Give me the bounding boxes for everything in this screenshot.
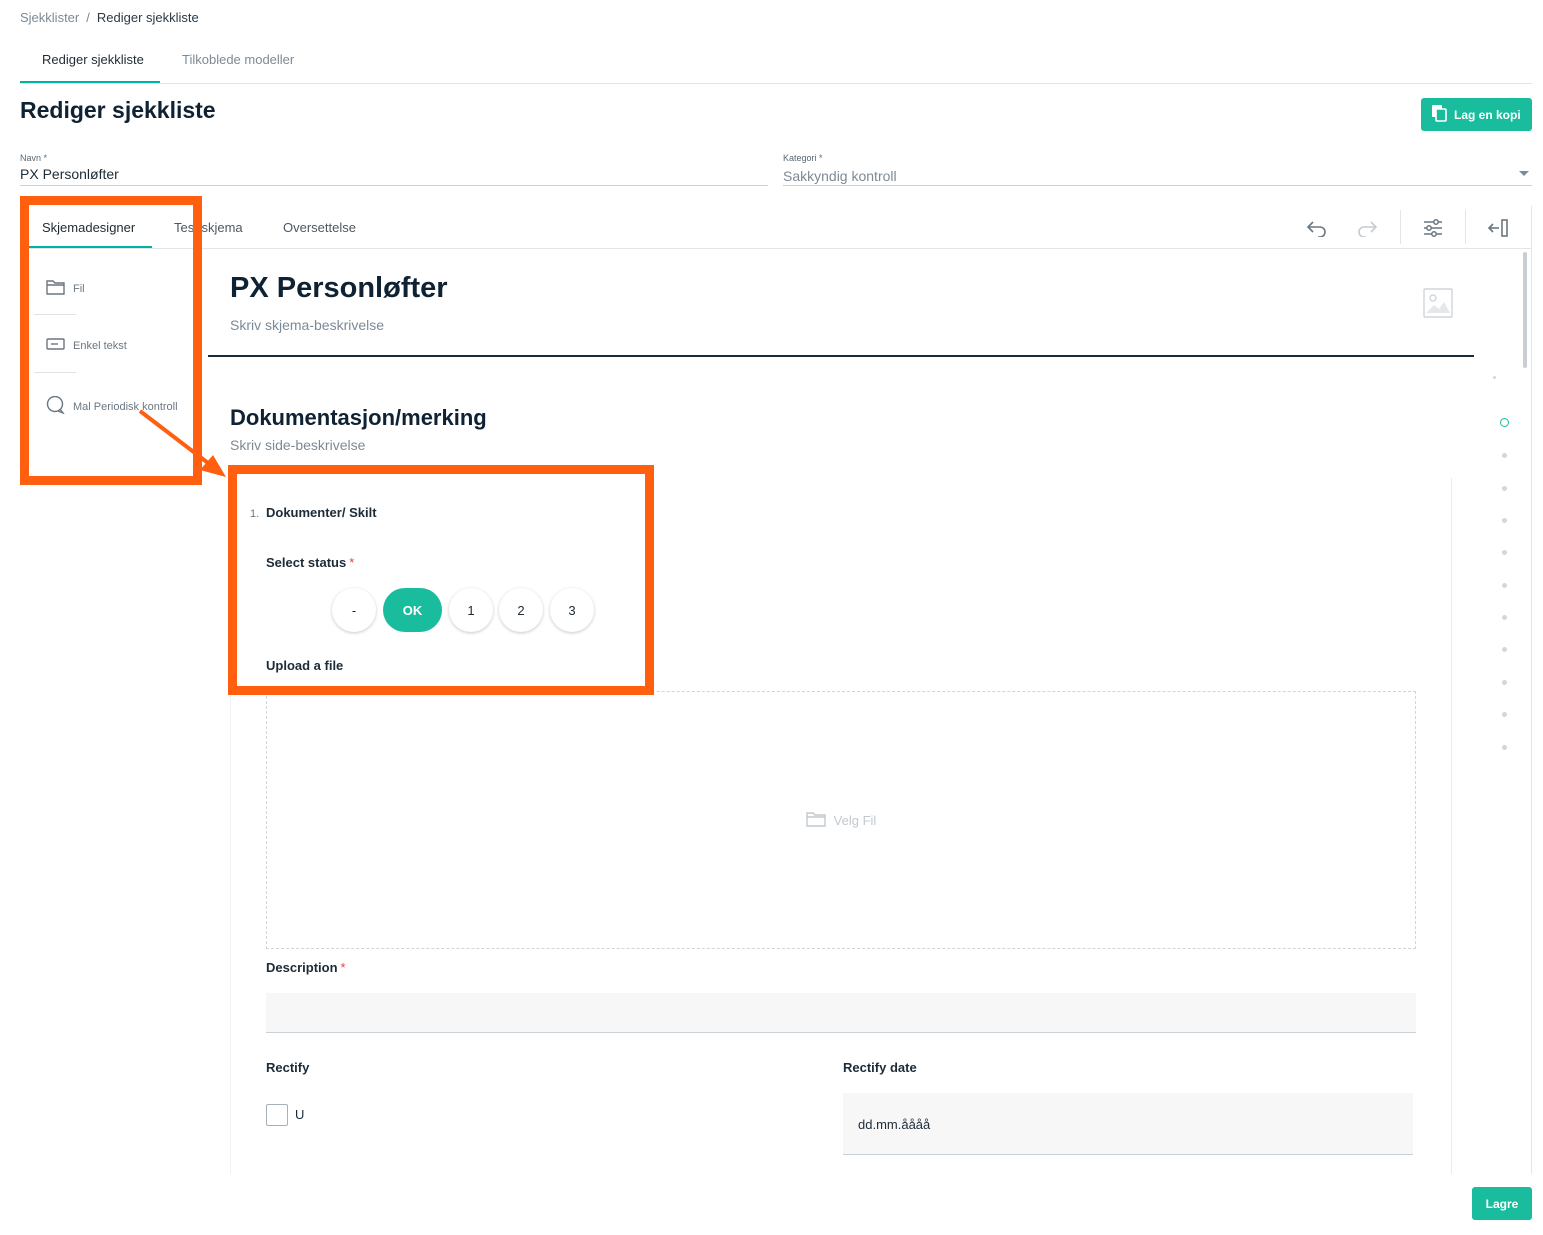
page-nav-dot[interactable] [1502,647,1507,652]
toolbox-item-label: Enkel tekst [73,339,127,352]
toolbox-item-mal-periodisk-kontroll[interactable]: Mal Periodisk kontroll [46,395,178,417]
toolbox-divider [34,314,76,315]
name-input[interactable]: PX Personløfter [20,166,119,182]
toolbox-item-fil[interactable]: Fil [46,279,85,298]
tab-tilkoblede-modeller[interactable]: Tilkoblede modeller [182,52,294,67]
toolbar-divider [1465,210,1466,244]
folder-icon [805,811,826,830]
toolbox-item-enkel-tekst[interactable]: Enkel tekst [46,337,127,354]
rectify-date-input[interactable]: dd.mm.åååå [843,1093,1413,1155]
page-nav-dot[interactable] [1502,518,1507,523]
save-button[interactable]: Lagre [1472,1187,1532,1220]
category-select[interactable]: Sakkyndig kontroll [783,168,897,184]
scrollbar[interactable] [1523,252,1527,368]
file-dropzone[interactable]: Velg Fil [266,691,1416,949]
page-nav-dot[interactable] [1502,583,1507,588]
status-option-ok[interactable]: OK [383,588,442,632]
image-icon[interactable] [1423,288,1453,323]
upload-label: Upload a file [266,658,344,673]
tab-skjemadesigner[interactable]: Skjemadesigner [42,220,135,235]
name-input-underline [20,185,768,186]
breadcrumb-separator: / [86,10,90,25]
page-nav-dot[interactable] [1502,453,1507,458]
name-label: Navn * [20,153,48,163]
copy-button-label: Lag en kopi [1454,107,1521,122]
designer-tab-bar: Skjemadesigner Test skjema Oversettelse [20,206,1532,249]
page-nav-dot[interactable] [1502,615,1507,620]
choose-file-button[interactable]: Velg Fil [834,813,877,828]
page-nav-dot[interactable] [1502,745,1507,750]
status-option-dash[interactable]: - [332,588,376,632]
rectify-label: Rectify [266,1060,310,1075]
toolbox-divider [34,372,76,373]
breadcrumb-root-link[interactable]: Sjekklister [20,10,79,25]
page-nav-dot[interactable] [1493,376,1496,379]
page-nav-dot[interactable] [1502,486,1507,491]
copy-icon [1431,104,1447,125]
tab-oversettelse[interactable]: Oversettelse [283,220,356,235]
page-name[interactable]: Dokumentasjon/merking [230,405,487,431]
top-tab-bar: Rediger sjekkliste Tilkoblede modeller [20,44,1532,84]
breadcrumb-current: Rediger sjekkliste [96,10,199,25]
text-field-icon [46,337,65,354]
survey-description-input[interactable]: Skriv skjema-beskrivelse [230,317,384,333]
active-designer-tab-indicator [28,246,152,248]
survey-title[interactable]: PX Personløfter [230,272,448,305]
toolbox-item-label: Mal Periodisk kontroll [73,400,178,413]
status-option-3[interactable]: 3 [550,588,594,632]
page-nav-dot[interactable] [1502,550,1507,555]
category-select-underline [783,185,1532,186]
page-title: Rediger sjekkliste [20,97,216,123]
speech-bubble-icon [46,395,66,417]
question-title[interactable]: Dokumenter/ Skilt [266,505,377,520]
status-label: Select status * [266,555,355,570]
rectify-checkbox[interactable] [266,1104,288,1126]
redo-icon[interactable] [1354,215,1380,241]
undo-icon[interactable] [1304,215,1330,241]
survey-header-divider [208,355,1474,357]
page-nav-dot[interactable] [1502,680,1507,685]
question-number: 1. [250,508,260,520]
tab-rediger-sjekkliste[interactable]: Rediger sjekkliste [42,52,144,67]
page-nav-dot-active[interactable] [1500,418,1509,427]
sliders-icon[interactable] [1420,215,1446,241]
breadcrumb: Sjekklister / Rediger sjekkliste [20,10,199,25]
page-description-input[interactable]: Skriv side-beskrivelse [230,437,365,453]
status-option-1[interactable]: 1 [449,588,493,632]
description-label: Description * [266,960,346,975]
page-nav-dot[interactable] [1502,712,1507,717]
collapse-panel-icon[interactable] [1485,215,1511,241]
copy-button[interactable]: Lag en kopi [1421,98,1532,131]
rectify-date-label: Rectify date [843,1060,917,1075]
toolbar-divider [1400,210,1401,244]
folder-icon [46,279,65,298]
chevron-down-icon[interactable] [1519,171,1529,176]
tab-test-skjema[interactable]: Test skjema [174,220,243,235]
active-tab-indicator [20,81,160,83]
status-option-2[interactable]: 2 [499,588,543,632]
rectify-checkbox-label: U [295,1107,305,1122]
description-input[interactable] [266,993,1416,1033]
toolbox-item-label: Fil [73,282,85,295]
category-label: Kategori * [783,153,823,163]
